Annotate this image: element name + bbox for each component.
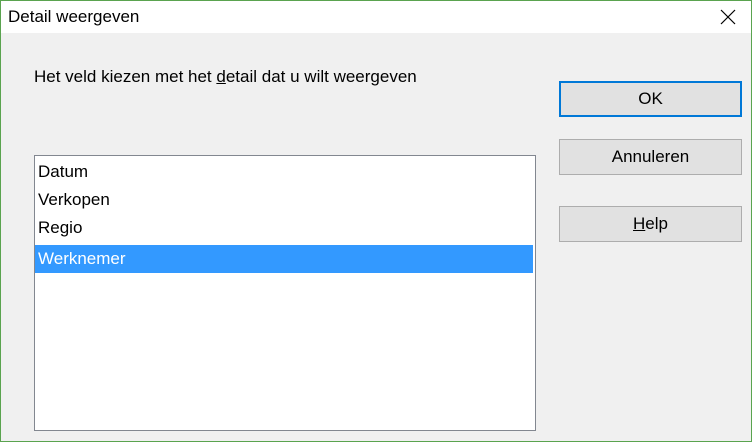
list-item-werknemer[interactable]: Werknemer [35, 245, 533, 273]
list-item-verkopen[interactable]: Verkopen [35, 186, 533, 214]
field-prompt-label: Het veld kiezen met het detail dat u wil… [34, 67, 417, 87]
help-button[interactable]: Help [559, 206, 742, 242]
prompt-text-start: Het veld kiezen met het [34, 67, 217, 86]
list-item-datum[interactable]: Datum [35, 158, 533, 186]
list-item-regio[interactable]: Regio [35, 214, 533, 242]
prompt-mnemonic: d [216, 67, 226, 86]
dialog-title: Detail weergeven [8, 7, 140, 26]
title-bar: Detail weergeven [1, 1, 751, 33]
close-icon [720, 9, 736, 25]
help-label-rest: elp [645, 214, 668, 233]
field-listbox[interactable]: Datum Verkopen Regio Werknemer [34, 155, 536, 431]
close-button[interactable] [705, 1, 751, 33]
help-mnemonic: H [633, 214, 646, 233]
dialog-window: Detail weergeven Het veld kiezen met het… [0, 0, 752, 442]
prompt-text-end: etail dat u wilt weergeven [225, 67, 417, 86]
ok-button[interactable]: OK [559, 81, 742, 117]
cancel-button[interactable]: Annuleren [559, 139, 742, 175]
